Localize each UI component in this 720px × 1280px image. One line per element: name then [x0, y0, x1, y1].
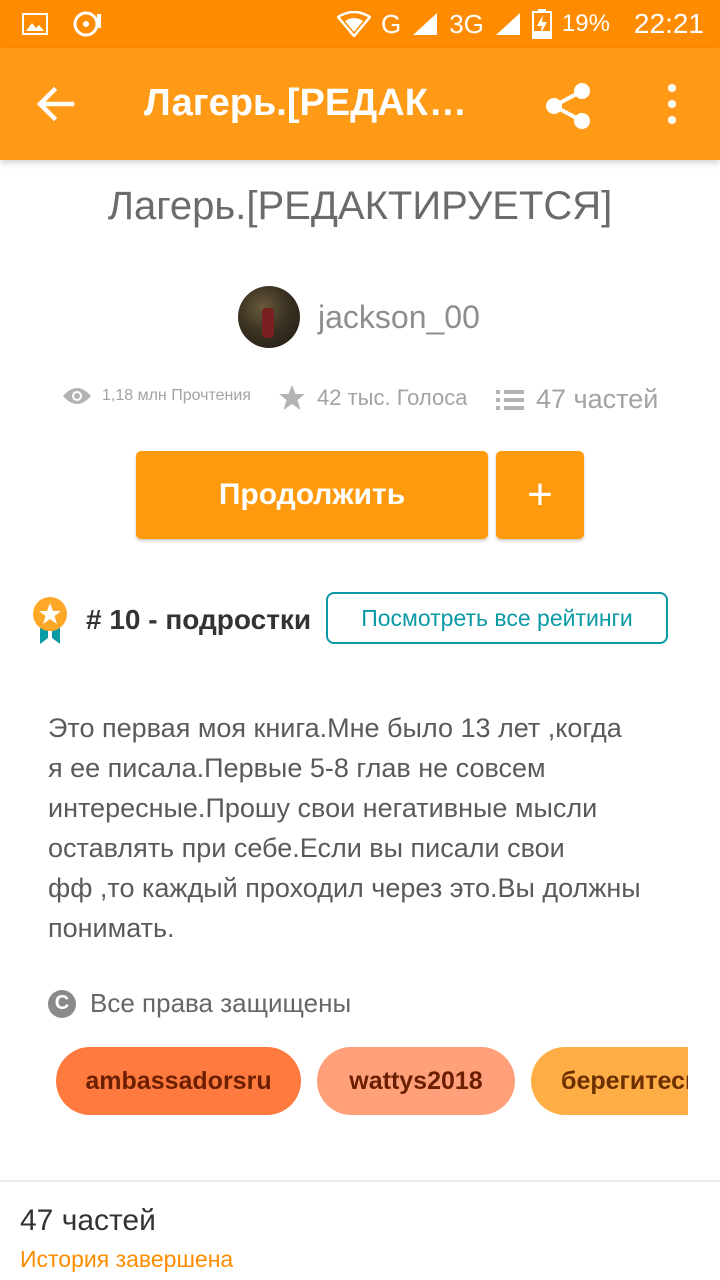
ranking-row: # 10 - подростки Посмотреть все рейтинги	[30, 592, 690, 648]
eye-icon	[63, 388, 91, 404]
story-title: Лагерь.[РЕДАКТИРУЕТСЯ]	[107, 184, 613, 228]
parts-count-label: 47 частей	[536, 384, 659, 414]
avatar[interactable]	[238, 286, 300, 348]
network-g-label: G	[380, 8, 402, 39]
tag-list: ambassadorsru wattys2018 берегитесь	[56, 1047, 688, 1115]
copyright-label: Все права защищены	[90, 988, 352, 1018]
view-all-rankings-button[interactable]: Посмотреть все рейтинги	[326, 592, 668, 644]
parts-stat: 47 частей	[496, 384, 658, 415]
signal-3g-icon	[495, 13, 520, 35]
image-icon	[22, 13, 48, 35]
story-status: История завершена	[20, 1246, 234, 1272]
votes-stat: 42 тыс. Голоса	[278, 384, 467, 412]
votes-count: 42 тыс. Голоса	[317, 385, 468, 410]
author[interactable]: jackson_00	[238, 286, 480, 348]
reads-count: 1,18 млн Прочтения	[102, 387, 251, 404]
wifi-icon	[336, 11, 371, 37]
clock: 22:21	[633, 8, 704, 39]
medal-icon	[33, 597, 67, 644]
description-line: фф ,то каждый проходил через это.Вы долж…	[48, 873, 641, 903]
description-line: понимать.	[48, 913, 175, 943]
description-line: Это первая моя книга.Мне было 13 лет ,ко…	[48, 713, 622, 743]
app-bar-title: Лагерь.[РЕДАКТИРУЕТСЯ]	[144, 82, 484, 124]
reads-stat: 1,18 млн Прочтения	[62, 386, 251, 406]
description-line: интересные.Прошу свои негативные мысли	[48, 793, 598, 823]
app-bar: Лагерь.[РЕДАКТИРУЕТСЯ]	[0, 48, 720, 160]
network-3g-label: 3G	[449, 8, 484, 39]
table-of-contents-count[interactable]: 47 частей	[20, 1204, 156, 1238]
more-options-icon[interactable]	[660, 82, 684, 126]
description-line: я ее писала.Первые 5-8 глав не совсем	[48, 753, 546, 783]
battery-charging-icon	[531, 9, 552, 39]
tag-wattys2018[interactable]: wattys2018	[317, 1047, 515, 1115]
list-icon	[496, 389, 524, 410]
tag-beregites[interactable]: берегитесь	[531, 1047, 688, 1115]
media-icon	[73, 11, 101, 37]
add-to-library-button[interactable]: +	[496, 451, 584, 539]
status-bar: G 3G 19% 22:21	[0, 0, 720, 48]
story-description: Это первая моя книга.Мне было 13 лет ,ко…	[48, 708, 688, 948]
author-name[interactable]: jackson_00	[318, 299, 480, 336]
battery-percent: 19%	[561, 10, 610, 37]
copyright-icon: C	[48, 989, 76, 1018]
continue-button[interactable]: Продолжить	[136, 451, 488, 539]
tag-ambassadorsru[interactable]: ambassadorsru	[56, 1047, 301, 1115]
description-line: оставлять при себе.Если вы писали свои	[48, 833, 565, 863]
copyright: C Все права защищены	[48, 988, 351, 1019]
rank-label: # 10 - подростки	[86, 604, 312, 635]
divider	[0, 1180, 720, 1182]
share-icon[interactable]	[542, 80, 594, 132]
star-icon	[279, 385, 305, 410]
signal-g-icon	[413, 13, 438, 35]
story-stats: 1,18 млн Прочтения 42 тыс. Голоса 47 час…	[62, 384, 682, 424]
back-arrow-icon[interactable]	[34, 82, 78, 126]
